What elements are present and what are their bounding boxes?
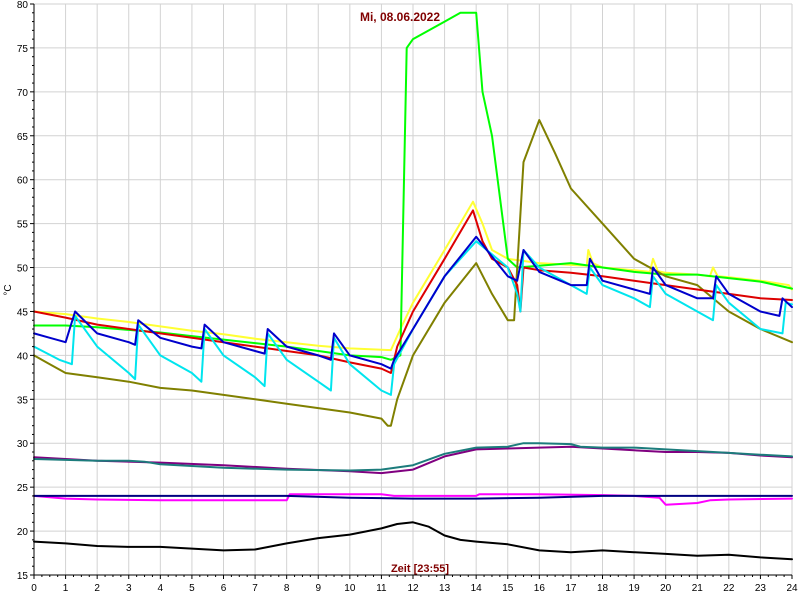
x-tick-label: 1 [63,583,69,594]
y-tick-label: 40 [17,351,29,362]
x-tick-label: 24 [786,583,798,594]
x-tick-label: 10 [344,583,356,594]
y-tick-label: 60 [17,176,29,187]
chart-background [0,0,800,600]
line-chart: 0 1 2 3 4 5 6 7 8 9 10 11 12 13 14 15 16 17 18 19 20 21 22 23 24… [0,0,800,600]
y-tick-label: 65 [17,132,29,143]
y-tick-label: 20 [17,527,29,538]
x-tick-label: 11 [376,583,387,594]
y-tick-label: 45 [17,307,29,318]
x-tick-label: 8 [284,583,290,594]
x-tick-label: 21 [692,583,704,594]
x-tick-label: 14 [471,583,483,594]
x-tick-label: 0 [31,583,37,594]
x-tick-label: 20 [660,583,672,594]
x-tick-label: 12 [407,583,419,594]
x-axis-label: Zeit [23:55] [391,563,449,575]
y-tick-label: 50 [17,264,29,275]
x-tick-label: 23 [755,583,767,594]
x-tick-label: 2 [94,583,100,594]
x-tick-label: 9 [315,583,321,594]
x-tick-label: 17 [565,583,577,594]
x-tick-label: 5 [189,583,195,594]
x-tick-label: 3 [126,583,132,594]
y-tick-label: 75 [17,44,29,55]
x-tick-label: 4 [158,583,164,594]
y-tick-label: 80 [17,0,29,11]
y-tick-label: 70 [17,88,29,99]
x-tick-label: 22 [723,583,735,594]
y-tick-label: 35 [17,395,29,406]
x-tick-label: 18 [597,583,609,594]
x-tick-label: 7 [252,583,258,594]
x-tick-label: 16 [534,583,546,594]
y-tick-label: 55 [17,220,29,231]
x-tick-label: 13 [439,583,451,594]
y-tick-label: 25 [17,483,29,494]
chart-title: Mi, 08.06.2022 [360,10,440,24]
x-tick-label: 19 [629,583,641,594]
y-tick-label: 15 [17,571,29,582]
y-tick-label: 30 [17,439,29,450]
x-tick-label: 6 [221,583,227,594]
x-tick-label: 15 [502,583,514,594]
y-axis-label: °C [3,284,14,295]
